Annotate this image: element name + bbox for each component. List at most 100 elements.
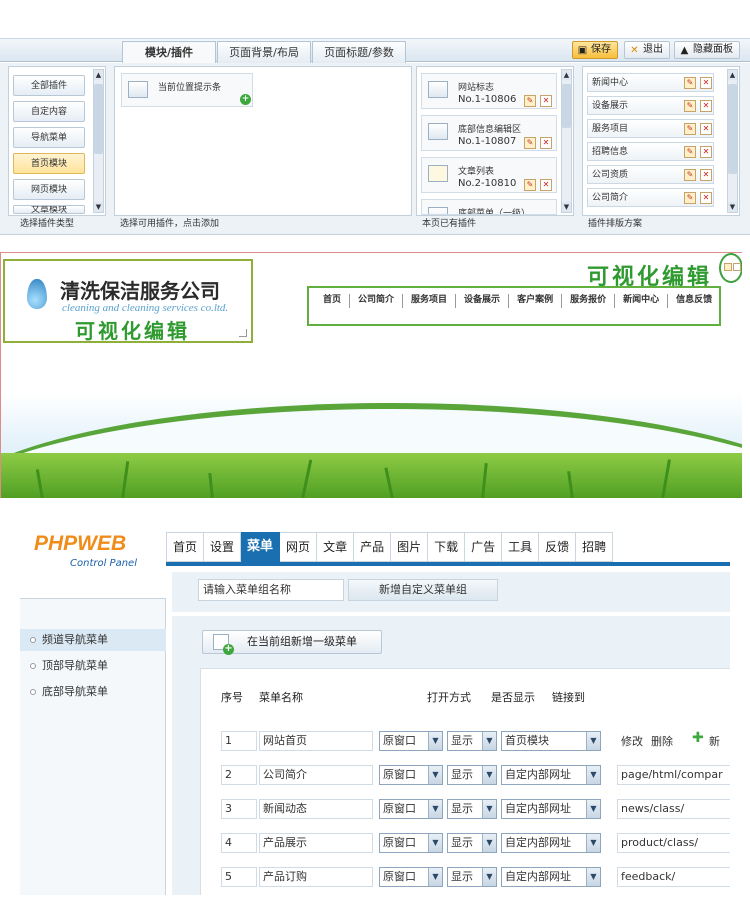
visibility-select[interactable]: 显示 ▼ [447,833,497,853]
tab-products[interactable]: 产品 [354,532,392,562]
nav-item[interactable]: 服务报价 [562,294,616,308]
menu-name-input[interactable]: 产品展示 [259,833,373,853]
layout-item[interactable]: 公司资质 ✎ ✕ [587,165,714,184]
link-target-select[interactable]: 自定内部网址 ▼ [501,765,601,785]
url-input[interactable]: product/class/ [617,833,730,853]
seq-input[interactable]: 5 [221,867,257,887]
delete-icon[interactable]: ✕ [540,179,552,191]
page-plugin-card[interactable]: 底部信息编辑区 No.1-10807 ✎ ✕ [421,115,557,151]
tab-images[interactable]: 图片 [391,532,429,562]
seq-input[interactable]: 2 [221,765,257,785]
nav-module[interactable]: 首页 公司简介 服务项目 设备展示 客户案例 服务报价 新闻中心 信息反馈 [307,286,721,326]
tab-downloads[interactable]: 下载 [428,532,466,562]
delete-icon[interactable]: ✕ [540,137,552,149]
open-mode-select[interactable]: 原窗口 ▼ [379,731,443,751]
edit-icon[interactable] [724,263,732,271]
page-plugin-card[interactable]: 底部菜单（一级） [421,199,557,215]
edit-icon[interactable]: ✎ [684,192,696,204]
tab-page-background[interactable]: 页面背景/布局 [217,41,311,63]
visibility-select[interactable]: 显示 ▼ [447,799,497,819]
scroll-down-icon[interactable]: ▼ [94,202,103,212]
scroll-up-icon[interactable]: ▲ [562,70,571,80]
nav-item[interactable]: 首页 [315,294,351,308]
edit-icon[interactable]: ✎ [524,179,536,191]
delete-icon[interactable] [733,263,741,271]
visibility-select[interactable]: 显示 ▼ [447,731,497,751]
edit-icon[interactable]: ✎ [684,77,696,89]
open-mode-select[interactable]: 原窗口 ▼ [379,765,443,785]
seq-input[interactable]: 3 [221,799,257,819]
category-article[interactable]: 文章模块 [13,205,85,214]
sidebar-item-channel-nav[interactable]: 频道导航菜单 [20,629,166,651]
scroll-thumb[interactable] [728,84,737,174]
tab-settings[interactable]: 设置 [204,532,242,562]
tab-page-title[interactable]: 页面标题/参数 [312,41,406,63]
url-input[interactable]: feedback/ [617,867,730,887]
delete-icon[interactable]: ✕ [700,169,712,181]
tab-modules-plugins[interactable]: 模块/插件 [122,41,216,64]
category-all[interactable]: 全部插件 [13,75,85,96]
scroll-thumb[interactable] [94,84,103,154]
sidebar-item-top-nav[interactable]: 顶部导航菜单 [20,655,166,677]
tab-home[interactable]: 首页 [166,532,205,562]
nav-item[interactable]: 信息反馈 [668,294,720,308]
edit-icon[interactable]: ✎ [684,169,696,181]
tab-menu[interactable]: 菜单 [241,532,281,562]
url-input[interactable]: news/class/ [617,799,730,819]
url-input[interactable]: page/html/compar [617,765,730,785]
edit-icon[interactable]: ✎ [684,123,696,135]
delete-link[interactable]: 删除 [651,733,673,749]
category-home[interactable]: 首页模块 [13,153,85,174]
save-button[interactable]: ▣ 保存 [572,41,618,59]
edit-icon[interactable]: ✎ [524,137,536,149]
sidebar-item-bottom-nav[interactable]: 底部导航菜单 [20,681,166,703]
layout-item[interactable]: 服务项目 ✎ ✕ [587,119,714,138]
nav-item[interactable]: 新闻中心 [615,294,669,308]
category-page[interactable]: 网页模块 [13,179,85,200]
scroll-thumb[interactable] [562,84,571,128]
seq-input[interactable]: 1 [221,731,257,751]
tab-articles[interactable]: 文章 [317,532,355,562]
new-sub-link[interactable]: 新 [709,733,720,749]
open-mode-select[interactable]: 原窗口 ▼ [379,833,443,853]
edit-icon[interactable]: ✎ [524,95,536,107]
nav-item[interactable]: 公司简介 [350,294,404,308]
tab-ads[interactable]: 广告 [465,532,503,562]
visibility-select[interactable]: 显示 ▼ [447,867,497,887]
available-plugin-card[interactable]: 当前位置提示条 + [121,73,253,107]
exit-button[interactable]: ✕ 退出 [624,41,670,59]
nav-item[interactable]: 客户案例 [509,294,563,308]
tab-pages[interactable]: 网页 [280,532,318,562]
visibility-select[interactable]: 显示 ▼ [447,765,497,785]
add-top-menu-button[interactable]: 在当前组新增一级菜单 [202,630,382,655]
edit-icon[interactable]: ✎ [684,146,696,158]
menu-name-input[interactable]: 网站首页 [259,731,373,751]
category-scrollbar[interactable]: ▲ ▼ [93,69,104,213]
logo-module[interactable]: 清洗保洁服务公司 cleaning and cleaning services … [3,259,253,343]
menu-group-name-input[interactable]: 请输入菜单组名称 [198,579,344,601]
scroll-up-icon[interactable]: ▲ [94,70,103,80]
resize-handle-icon[interactable] [239,329,247,337]
menu-name-input[interactable]: 新闻动态 [259,799,373,819]
add-icon[interactable]: + [240,94,251,105]
hide-panel-button[interactable]: ▲ 隐藏面板 [674,41,740,59]
link-target-select[interactable]: 自定内部网址 ▼ [501,833,601,853]
edit-link[interactable]: 修改 [621,733,643,749]
tab-jobs[interactable]: 招聘 [576,532,614,562]
scroll-down-icon[interactable]: ▼ [562,202,571,212]
delete-icon[interactable]: ✕ [540,95,552,107]
layout-item[interactable]: 新闻中心 ✎ ✕ [587,73,714,92]
page-plugin-card[interactable]: 文章列表 No.2-10810 ✎ ✕ [421,157,557,193]
edit-icon[interactable]: ✎ [684,100,696,112]
layout-item[interactable]: 设备展示 ✎ ✕ [587,96,714,115]
nav-item[interactable]: 设备展示 [456,294,510,308]
tab-feedback[interactable]: 反馈 [539,532,577,562]
scroll-up-icon[interactable]: ▲ [728,70,737,80]
layout-item[interactable]: 公司简介 ✎ ✕ [587,188,714,207]
delete-icon[interactable]: ✕ [700,146,712,158]
delete-icon[interactable]: ✕ [700,100,712,112]
link-target-select[interactable]: 首页模块 ▼ [501,731,601,751]
nav-item[interactable]: 服务项目 [403,294,457,308]
link-target-select[interactable]: 自定内部网址 ▼ [501,867,601,887]
open-mode-select[interactable]: 原窗口 ▼ [379,799,443,819]
